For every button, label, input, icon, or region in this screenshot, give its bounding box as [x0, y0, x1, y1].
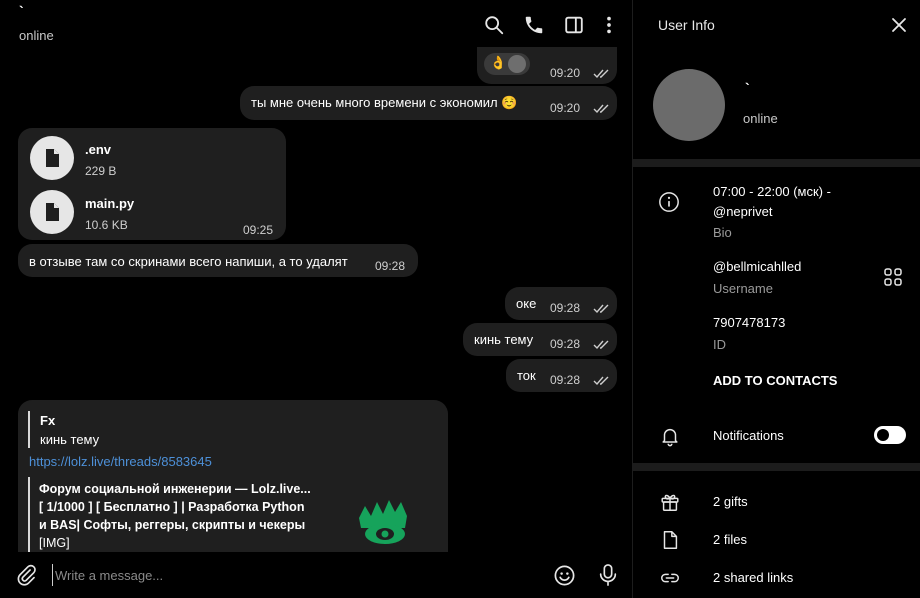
gift-icon [661, 494, 679, 511]
message-time: 09:25 [243, 223, 274, 237]
message-time: 09:28 [375, 259, 406, 273]
double-check-icon [593, 104, 609, 114]
message-time: 09:20 [550, 66, 581, 80]
qr-code-icon[interactable] [883, 267, 903, 287]
message-composer [0, 552, 632, 598]
sidebar-toggle-icon[interactable] [563, 14, 585, 36]
gifts-item[interactable]: 2 gifts [713, 492, 748, 512]
chat-header[interactable]: ` online [0, 0, 632, 52]
reply-text[interactable]: кинь тему [40, 432, 99, 447]
user-info-panel: User Info ` online 07:00 - 22:00 (мск) -… [632, 0, 920, 598]
file-download-button[interactable] [30, 136, 74, 180]
search-icon[interactable] [483, 14, 505, 36]
message-text: ток [517, 368, 536, 383]
message-text: ты мне очень много времени с экономил ☺️ [251, 95, 518, 110]
emoji-icon[interactable] [553, 564, 576, 587]
double-check-icon [593, 69, 609, 79]
reaction-avatar [508, 55, 526, 73]
profile-status: online [743, 111, 778, 126]
chat-title[interactable]: ` [19, 3, 24, 19]
toggle-knob [877, 429, 889, 441]
attach-icon[interactable] [15, 564, 37, 586]
section-divider [633, 463, 920, 471]
bio-line: 07:00 - 22:00 (мск) - [713, 184, 831, 199]
id-value[interactable]: 7907478173 [713, 313, 785, 333]
message-input[interactable] [52, 564, 532, 586]
info-icon [659, 192, 679, 212]
message-incoming-link[interactable]: Fx кинь тему https://lolz.live/threads/8… [18, 400, 448, 570]
bio-line: @neprivet [713, 204, 773, 219]
file-download-button[interactable] [30, 190, 74, 234]
message-time: 09:20 [550, 101, 581, 115]
message-outgoing[interactable]: ток 09:28 [506, 359, 617, 392]
id-label: ID [713, 337, 726, 352]
avatar[interactable] [653, 69, 725, 141]
file-size: 229 B [85, 164, 117, 178]
panel-title: User Info [658, 17, 715, 33]
shared-links-item[interactable]: 2 shared links [713, 568, 793, 588]
message-outgoing[interactable]: ты мне очень много времени с экономил ☺️… [240, 86, 617, 120]
profile-name: ` [745, 80, 750, 96]
message-outgoing[interactable]: кинь тему 09:28 [463, 323, 617, 356]
notifications-toggle[interactable] [874, 426, 906, 444]
reaction-pill[interactable]: 👌 [484, 53, 530, 75]
chat-pane: ` online 👌 09:20 ты мне очень много врем… [0, 0, 632, 598]
message-time: 09:28 [550, 373, 581, 387]
reply-author[interactable]: Fx [40, 413, 55, 428]
more-vert-icon[interactable] [598, 14, 620, 36]
phone-icon[interactable] [523, 14, 545, 36]
document-icon [46, 203, 59, 221]
mic-icon[interactable] [597, 563, 619, 587]
reply-indicator [28, 411, 30, 448]
notifications-label: Notifications [713, 428, 784, 443]
file-name[interactable]: .env [85, 142, 111, 157]
document-icon [46, 149, 59, 167]
file-size: 10.6 KB [85, 218, 128, 232]
message-outgoing[interactable]: 👌 09:20 [477, 47, 617, 84]
message-text: в отзыве там со скринами всего напиши, а… [29, 254, 348, 269]
message-time: 09:28 [550, 301, 581, 315]
files-item[interactable]: 2 files [713, 530, 747, 550]
preview-line: [ 1/1000 ] [ Бесплатно ] | Разработка Py… [39, 500, 305, 514]
link-icon [661, 573, 679, 583]
double-check-icon [593, 340, 609, 350]
link-preview-title[interactable]: Форум социальной инженерии — Lolz.live..… [39, 480, 339, 552]
message-outgoing[interactable]: оке 09:28 [505, 287, 617, 320]
double-check-icon [593, 304, 609, 314]
section-divider [633, 159, 920, 167]
add-to-contacts-button[interactable]: ADD TO CONTACTS [713, 373, 837, 388]
file-icon [663, 531, 678, 549]
double-check-icon [593, 376, 609, 386]
preview-line: Форум социальной инженерии — Lolz.live..… [39, 482, 311, 496]
preview-line: и BAS| Софты, реггеры, скрипты и чекеры [39, 518, 306, 532]
preview-indicator [28, 477, 30, 553]
message-text: оке [516, 296, 537, 311]
message-text: кинь тему [474, 332, 534, 347]
file-name[interactable]: main.py [85, 196, 134, 211]
preview-line: [IMG] [39, 536, 70, 550]
username-value[interactable]: @bellmicahlled [713, 257, 801, 277]
bell-icon [662, 428, 678, 447]
chat-status: online [19, 28, 54, 43]
bio-label: Bio [713, 225, 732, 240]
reaction-emoji: 👌 [490, 55, 507, 70]
message-link[interactable]: https://lolz.live/threads/8583645 [29, 454, 212, 469]
bio-text[interactable]: 07:00 - 22:00 (мск) - @neprivet [713, 182, 831, 222]
message-time: 09:28 [550, 337, 581, 351]
message-incoming-files[interactable]: .env 229 B main.py 10.6 KB 09:25 [18, 128, 286, 240]
message-incoming[interactable]: в отзыве там со скринами всего напиши, а… [18, 244, 418, 277]
lolz-logo-icon [359, 500, 407, 544]
username-label: Username [713, 281, 773, 296]
close-icon[interactable] [890, 16, 908, 34]
